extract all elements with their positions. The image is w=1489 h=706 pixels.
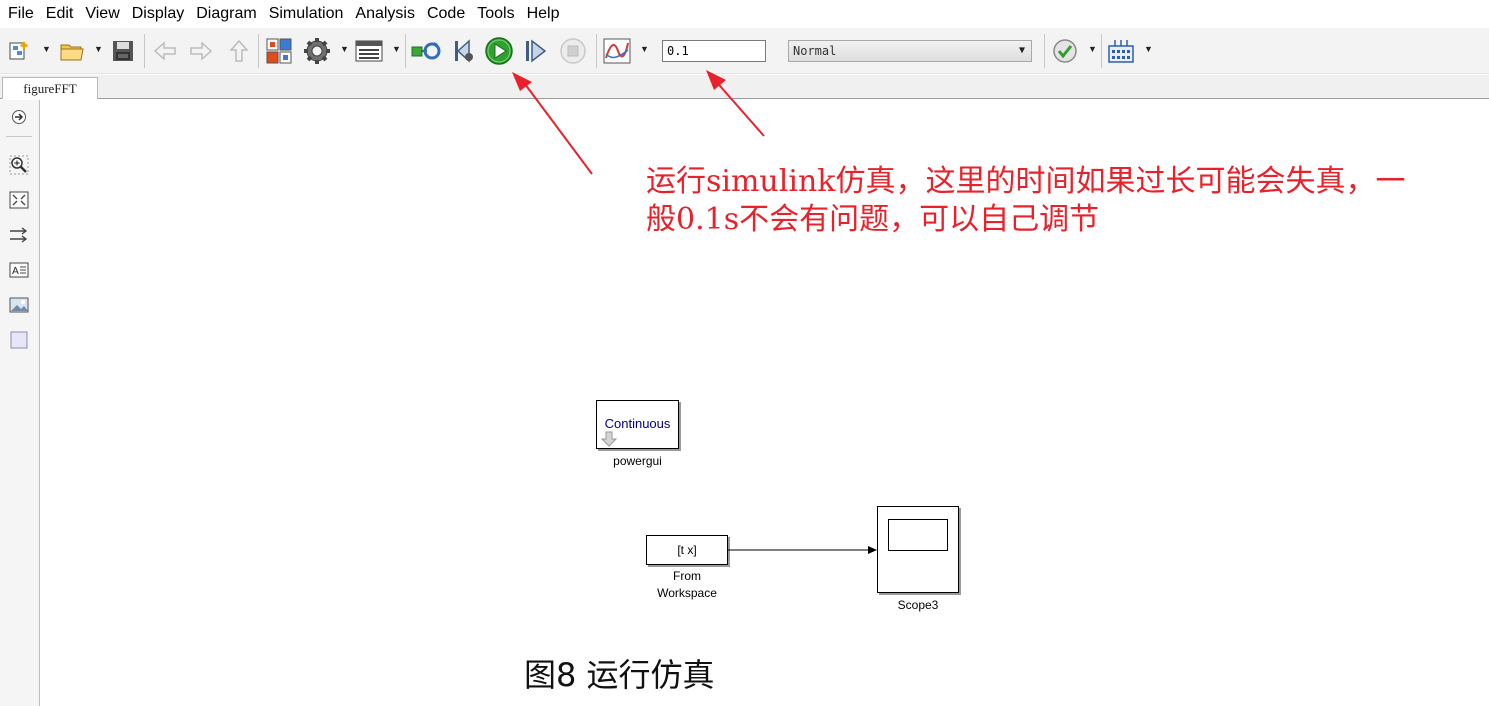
stop-time-field[interactable]: 0.1 [662,40,766,62]
stop-icon[interactable] [558,28,588,74]
canvas-palette: A [0,100,40,706]
step-forward-icon[interactable] [522,28,550,74]
annotation-text: 运行simulink仿真，这里的时间如果过长可能会失真，一 般0.1s不会有问题… [646,163,1486,239]
svg-text:A: A [12,266,19,277]
hide-palette-icon[interactable] [8,106,30,128]
powergui-label: powergui [613,454,662,468]
build-dropdown-icon[interactable]: ▼ [1144,44,1153,54]
signal-line[interactable] [728,544,878,558]
toolbar-separator [405,34,406,68]
image-icon[interactable] [8,294,30,316]
menu-edit[interactable]: Edit [42,0,82,28]
menu-view[interactable]: View [81,0,127,28]
model-settings-icon[interactable] [302,28,332,74]
fit-view-icon[interactable] [8,189,30,211]
scope-screen-icon [888,519,948,551]
toolbar-separator [1101,34,1102,68]
forward-icon[interactable] [188,28,214,74]
menu-analysis[interactable]: Analysis [351,0,423,28]
powergui-mode-text: Continuous [604,416,671,431]
annotation-icon[interactable]: A [8,259,30,281]
model-explorer-icon[interactable] [354,28,384,74]
settings-dropdown-icon[interactable]: ▼ [340,44,349,54]
new-model-icon[interactable] [6,28,34,74]
update-diagram-icon[interactable] [410,28,442,74]
build-icon[interactable] [1106,28,1136,74]
simulation-mode-select[interactable]: Normal ▼ [788,40,1032,62]
step-back-icon[interactable] [450,28,478,74]
scope3-block[interactable] [877,506,959,593]
area-icon[interactable] [8,329,30,351]
toolbar-separator [258,34,259,68]
simulink-window: File Edit View Display Diagram Simulatio… [0,0,1489,706]
menu-bar: File Edit View Display Diagram Simulatio… [0,0,1489,28]
from-workspace-label-line1: From [673,569,701,583]
annotation-line2: 般0.1s不会有问题，可以自己调节 [646,202,1100,237]
data-inspector-icon[interactable] [602,28,632,74]
menu-display[interactable]: Display [128,0,192,28]
menu-code[interactable]: Code [423,0,473,28]
arrow-direction-icon[interactable] [8,224,30,246]
simulation-mode-value: Normal [793,44,837,58]
chevron-down-icon: ▼ [1018,45,1025,56]
inspector-dropdown-icon[interactable]: ▼ [640,44,649,54]
tab-figurefft[interactable]: figureFFT [2,77,98,99]
model-advisor-icon[interactable] [1050,28,1080,74]
menu-simulation[interactable]: Simulation [265,0,352,28]
from-workspace-variable: [t x] [677,543,697,557]
model-tab-strip: figureFFT [0,75,1489,99]
open-dropdown-icon[interactable]: ▼ [94,44,103,54]
figure-caption: 图8 运行仿真 [524,656,715,694]
toolbar: ▼ ▼ ▼ ▼ ▼ 0.1 Normal ▼ ▼ ▼ [0,28,1489,74]
powergui-block[interactable]: Continuous [596,400,679,449]
menu-tools[interactable]: Tools [473,0,522,28]
toolbar-separator [1044,34,1045,68]
library-browser-icon[interactable] [264,28,294,74]
explorer-dropdown-icon[interactable]: ▼ [392,44,401,54]
new-dropdown-icon[interactable]: ▼ [42,44,51,54]
menu-file[interactable]: File [4,0,42,28]
menu-help[interactable]: Help [523,0,568,28]
zoom-icon[interactable] [8,154,30,176]
menu-diagram[interactable]: Diagram [192,0,264,28]
run-icon[interactable] [483,28,515,74]
from-workspace-label: From Workspace [636,568,738,602]
power-arrow-icon [601,431,617,447]
from-workspace-block[interactable]: [t x] [646,535,728,565]
up-icon[interactable] [226,28,252,74]
advisor-dropdown-icon[interactable]: ▼ [1088,44,1097,54]
open-icon[interactable] [58,28,86,74]
toolbar-separator [596,34,597,68]
scope3-label: Scope3 [897,598,939,612]
save-icon[interactable] [110,28,136,74]
toolbar-separator [144,34,145,68]
back-icon[interactable] [152,28,178,74]
from-workspace-label-line2: Workspace [657,586,717,600]
annotation-line1: 运行simulink仿真，这里的时间如果过长可能会失真，一 [646,164,1406,199]
palette-divider [6,136,32,137]
